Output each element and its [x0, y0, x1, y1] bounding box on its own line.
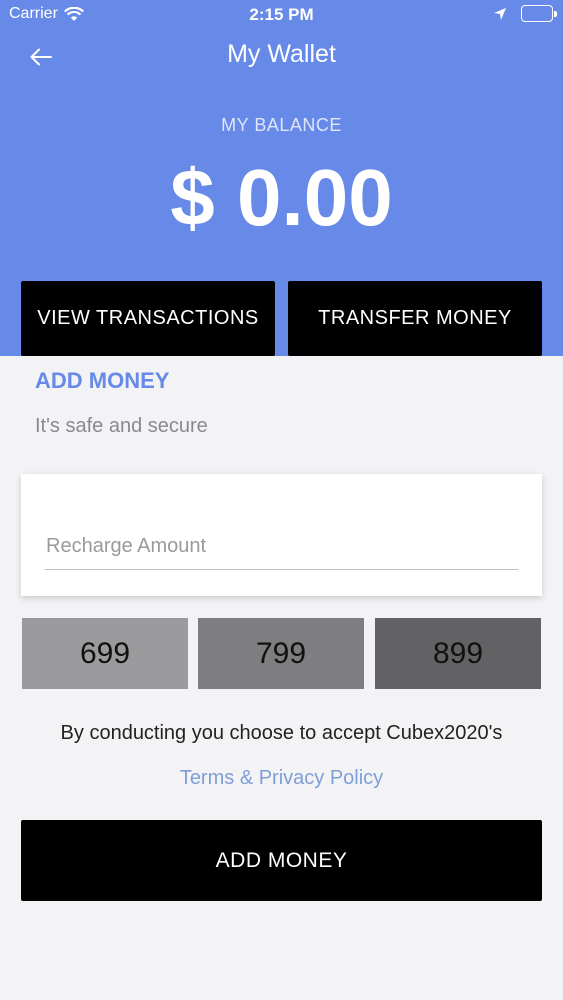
quick-amount-899[interactable]: 899 — [375, 618, 541, 689]
recharge-amount-input[interactable] — [45, 530, 518, 570]
recharge-card — [21, 474, 542, 596]
nav-bar: My Wallet — [0, 30, 563, 84]
transfer-money-button[interactable]: TRANSFER MONEY — [288, 281, 542, 356]
add-money-button[interactable]: ADD MONEY — [21, 820, 542, 901]
terms-privacy-link[interactable]: Terms & Privacy Policy — [0, 767, 563, 790]
status-time: 2:15 PM — [249, 5, 314, 24]
quick-amount-799[interactable]: 799 — [198, 618, 364, 689]
location-arrow-icon — [494, 7, 506, 20]
add-money-heading: ADD MONEY — [35, 368, 170, 393]
battery-icon — [521, 5, 557, 22]
terms-notice: By conducting you choose to accept Cubex… — [60, 722, 503, 744]
balance-value: $ 0.00 — [170, 153, 393, 242]
page-title: My Wallet — [227, 40, 336, 68]
quick-amount-699[interactable]: 699 — [22, 618, 188, 689]
status-bar: Carrier 2:15 PM — [0, 0, 563, 30]
view-transactions-button[interactable]: VIEW TRANSACTIONS — [21, 281, 275, 356]
balance-label: MY BALANCE — [221, 115, 342, 135]
add-money-subtitle: It's safe and secure — [35, 415, 208, 437]
